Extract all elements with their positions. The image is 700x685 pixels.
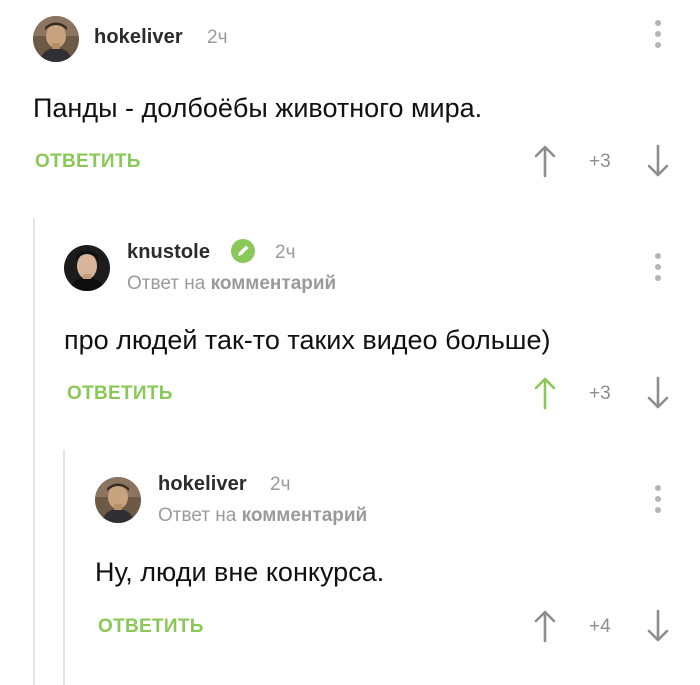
arrow-up-icon[interactable] [533,144,557,178]
thread-line-level-2 [63,450,65,685]
reply-to-prefix: Ответ на [158,505,237,526]
reply-button[interactable]: ОТВЕТИТЬ [67,383,173,405]
comment-menu-icon[interactable] [654,253,662,286]
username[interactable]: hokeliver [158,473,247,496]
comment-score: +3 [589,383,611,404]
reply-to-link[interactable]: комментарий [211,273,337,294]
timestamp: 2ч [207,27,228,48]
reply-to-note: Ответ на комментарий [158,505,367,527]
pencil-badge-icon [231,239,255,263]
username[interactable]: hokeliver [94,26,183,49]
comment-score: +4 [589,616,611,637]
arrow-down-icon[interactable] [646,376,670,410]
arrow-up-icon[interactable] [533,376,557,410]
comment-text: Панды - долбоёбы животного мира. [33,93,483,123]
reply-to-note: Ответ на комментарий [127,273,336,295]
comment-text: Ну, люди вне конкурса. [95,557,385,587]
avatar[interactable] [64,245,110,291]
user-avatar-image [64,245,110,291]
comment-menu-icon[interactable] [654,485,662,518]
avatar[interactable] [33,16,79,62]
reply-to-prefix: Ответ на [127,273,206,294]
comment-text: про людей так-то таких видео больше) [64,325,551,355]
avatar[interactable] [95,477,141,523]
username[interactable]: knustole [127,241,210,264]
comment-score: +3 [589,151,611,172]
reply-button[interactable]: ОТВЕТИТЬ [35,151,141,173]
thread-line-level-1 [33,218,35,685]
comment-menu-icon[interactable] [654,20,662,53]
user-avatar-image [33,16,79,62]
arrow-down-icon[interactable] [646,609,670,643]
timestamp: 2ч [275,242,296,263]
reply-to-link[interactable]: комментарий [242,505,368,526]
reply-button[interactable]: ОТВЕТИТЬ [98,616,204,638]
arrow-down-icon[interactable] [646,144,670,178]
timestamp: 2ч [270,474,291,495]
user-avatar-image [95,477,141,523]
arrow-up-icon[interactable] [533,609,557,643]
